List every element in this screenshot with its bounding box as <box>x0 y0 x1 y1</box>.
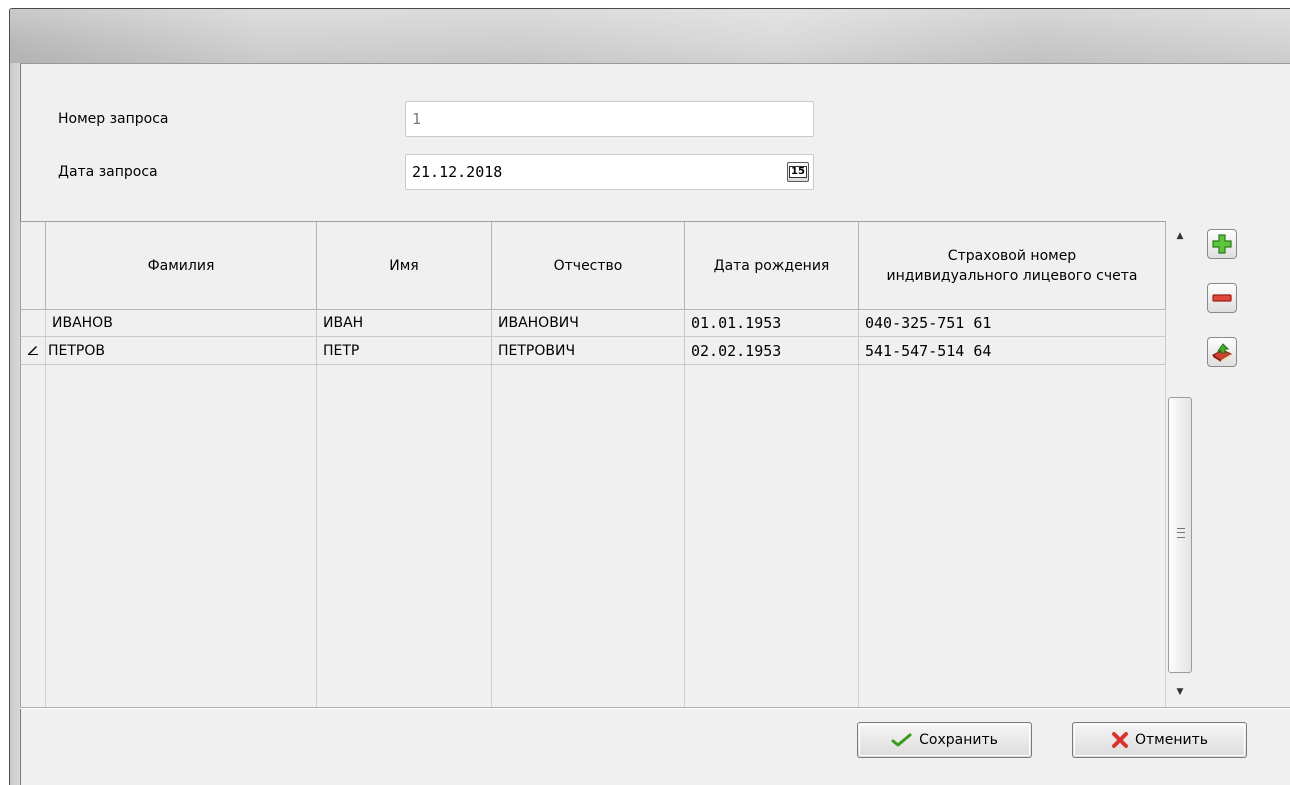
plus-icon <box>1212 234 1232 254</box>
save-button[interactable]: Сохранить <box>857 722 1032 758</box>
cell-patronymic[interactable]: ИВАНОВИЧ <box>492 310 685 337</box>
cancel-button[interactable]: Отменить <box>1072 722 1247 758</box>
row-indicator <box>21 310 45 337</box>
window-left-edge <box>10 63 20 785</box>
calendar-icon: 15 <box>789 166 807 178</box>
cell-last-name[interactable]: ИВАНОВ <box>46 310 317 337</box>
save-label: Сохранить <box>919 732 998 748</box>
cell-birth-date[interactable]: 02.02.1953 <box>685 338 859 365</box>
header-patronymic[interactable]: Отчество <box>492 222 685 310</box>
remove-row-button[interactable] <box>1207 283 1237 313</box>
header-last-name[interactable]: Фамилия <box>46 222 317 310</box>
header-first-name[interactable]: Имя <box>317 222 492 310</box>
footer-divider-highlight <box>20 708 1290 709</box>
calendar-button[interactable]: 15 <box>787 162 809 182</box>
minus-icon <box>1212 294 1232 302</box>
add-row-button[interactable] <box>1207 229 1237 259</box>
cell-first-name[interactable]: ИВАН <box>317 310 492 337</box>
scroll-grip-icon <box>1177 528 1185 538</box>
cell-snils[interactable]: 040-325-751 61 <box>859 310 1166 337</box>
scroll-up-icon[interactable]: ▲ <box>1166 225 1194 247</box>
cell-patronymic[interactable]: ПЕТРОВИЧ <box>492 338 685 365</box>
import-book-icon <box>1211 343 1233 362</box>
check-icon <box>891 733 912 747</box>
scroll-thumb[interactable] <box>1168 397 1192 673</box>
close-icon <box>1111 732 1128 748</box>
request-number-field[interactable]: 1 <box>405 101 814 137</box>
header-birth-date[interactable]: Дата рождения <box>685 222 859 310</box>
table-row[interactable]: ПЕТРОВ ПЕТР ПЕТРОВИЧ 02.02.1953 541-547-… <box>21 338 1181 365</box>
header-indicator <box>21 222 46 310</box>
request-number-label: Номер запроса <box>58 111 169 127</box>
import-button[interactable] <box>1207 337 1237 367</box>
request-date-value: 21.12.2018 <box>412 163 503 181</box>
request-date-field[interactable]: 21.12.2018 15 <box>405 154 814 190</box>
cell-birth-date[interactable]: 01.01.1953 <box>685 310 859 337</box>
title-bar-shade <box>10 9 1290 63</box>
cell-last-name[interactable]: ПЕТРОВ <box>46 338 317 365</box>
dialog-window: Номер запроса 1 Дата запроса 21.12.2018 … <box>9 8 1290 785</box>
table-scrollbar[interactable]: ▲ ▼ <box>1166 221 1194 707</box>
persons-table[interactable]: Фамилия Имя Отчество Дата рождения Страх… <box>20 221 1181 707</box>
pencil-icon <box>21 338 45 365</box>
request-date-label: Дата запроса <box>58 164 158 180</box>
cell-first-name[interactable]: ПЕТР <box>317 338 492 365</box>
table-row[interactable]: ИВАНОВ ИВАН ИВАНОВИЧ 01.01.1953 040-325-… <box>21 310 1181 337</box>
cell-snils[interactable]: 541-547-514 64 <box>859 338 1166 365</box>
cancel-label: Отменить <box>1134 732 1208 748</box>
header-snils[interactable]: Страховой номер индивидуального лицевого… <box>859 222 1166 310</box>
scroll-down-icon[interactable]: ▼ <box>1166 681 1194 703</box>
